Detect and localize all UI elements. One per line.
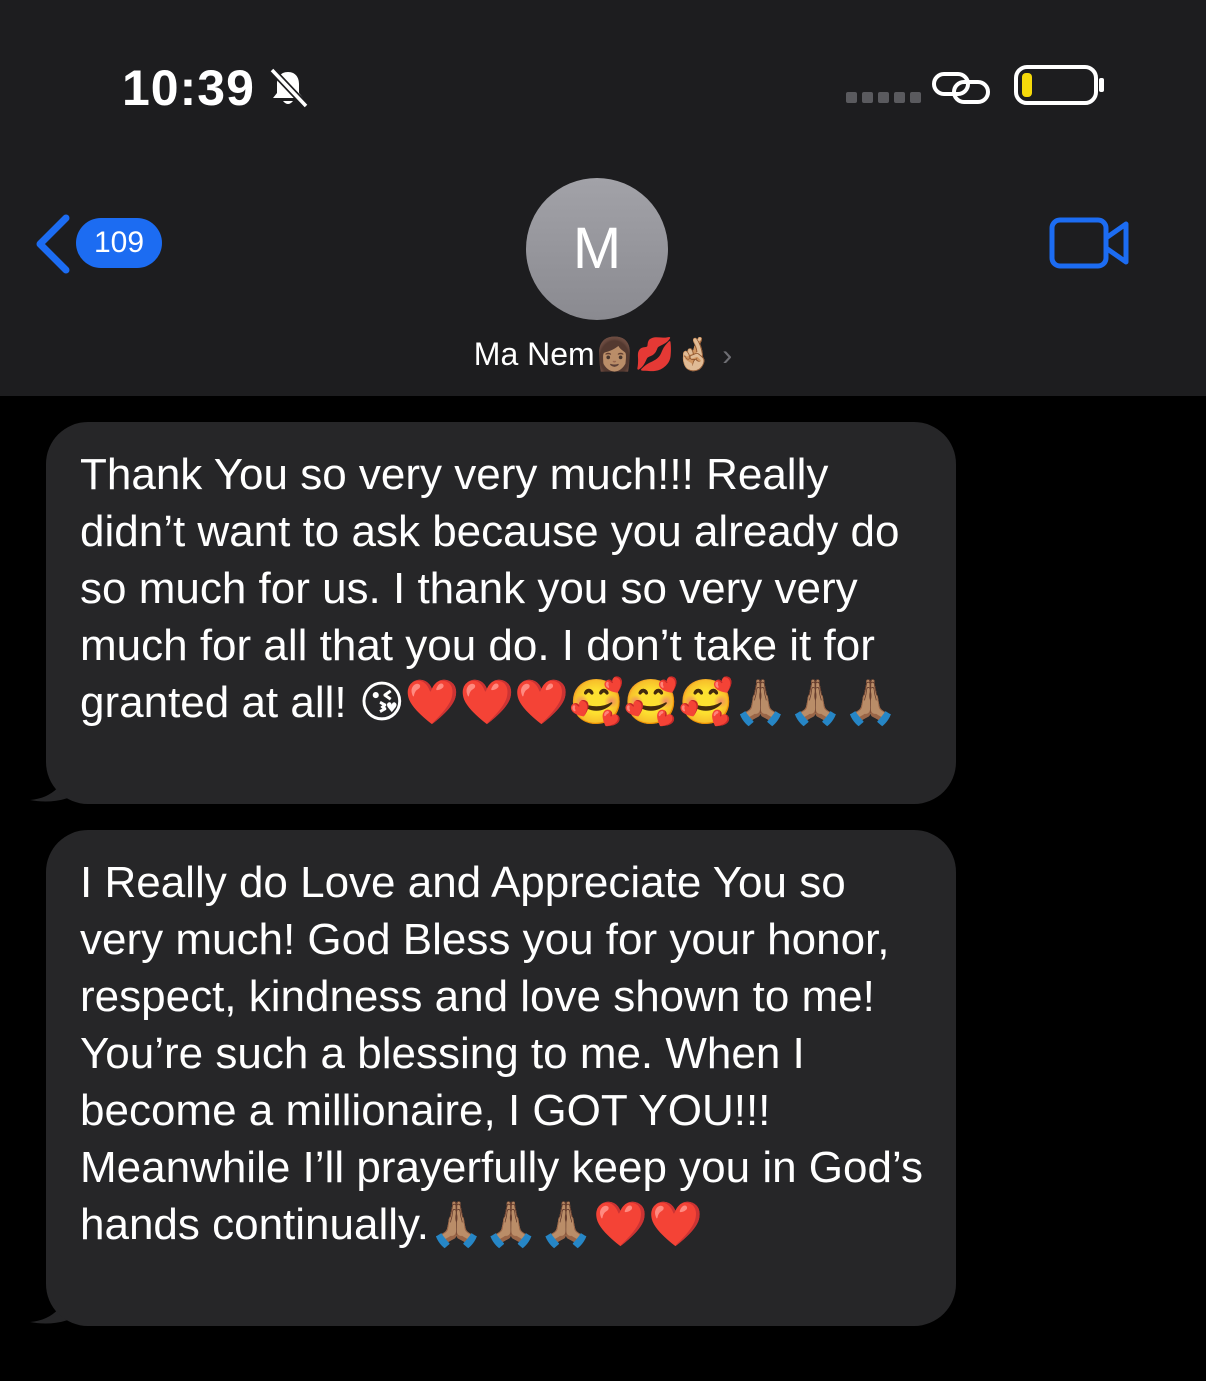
conversation-header: 10:39 109 M Ma Nem👩🏽💋🤞🏼 ›: [0, 0, 1206, 396]
status-time: 10:39: [122, 60, 255, 116]
unread-count-badge: 109: [76, 218, 162, 268]
contact-name: Ma Nem👩🏽💋🤞🏼: [473, 336, 715, 372]
received-message-bubble[interactable]: Thank You so very very much!!! Really di…: [46, 422, 956, 804]
messages-screen: 10:39 109 M Ma Nem👩🏽💋🤞🏼 › Thank You so v…: [0, 0, 1206, 1381]
video-camera-icon[interactable]: [1048, 214, 1132, 274]
link-icon: [932, 72, 990, 104]
message-text: I Really do Love and Appreciate You so v…: [80, 858, 923, 1249]
back-button[interactable]: 109: [30, 212, 170, 276]
received-message-bubble[interactable]: I Really do Love and Appreciate You so v…: [46, 830, 956, 1326]
battery-icon: [1014, 65, 1104, 105]
chevron-right-icon: ›: [722, 339, 733, 372]
message-text: Thank You so very very much!!! Really di…: [80, 450, 900, 727]
contact-name-button[interactable]: Ma Nem👩🏽💋🤞🏼 ›: [0, 332, 1206, 376]
contact-avatar[interactable]: M: [526, 178, 668, 320]
chevron-left-icon: [36, 214, 70, 274]
signal-dots-icon: [846, 92, 921, 103]
bell-slash-icon: [269, 67, 309, 109]
